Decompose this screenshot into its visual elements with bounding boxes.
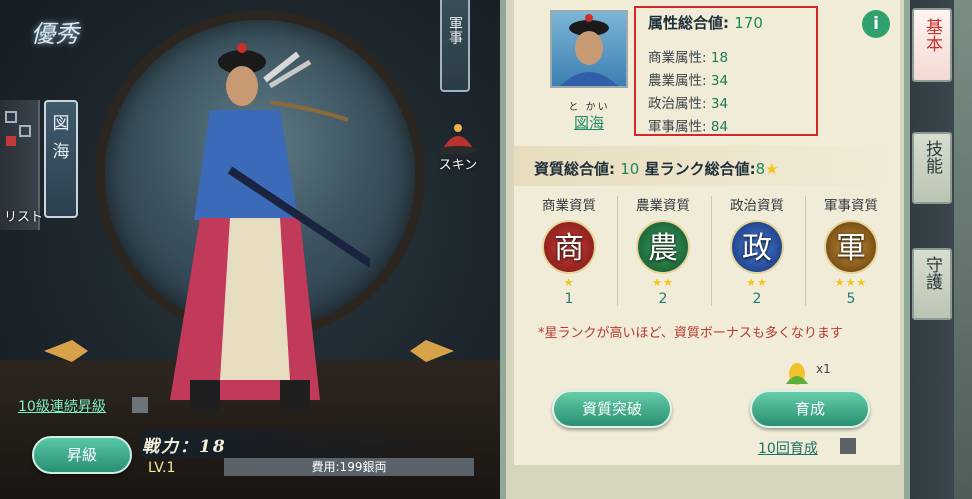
attribute-box: 属性総合値: 170 商業属性: 18 農業属性: 34 政治属性: 34 軍事… xyxy=(634,6,818,136)
tab-skills[interactable]: 技能 xyxy=(912,132,952,204)
military-tab-label: 軍事 xyxy=(447,16,463,44)
tab-guardian[interactable]: 守護 xyxy=(912,248,952,320)
politics-icon: 政 xyxy=(730,220,784,274)
attribute-value: 34 xyxy=(710,96,729,112)
attribute-value: 18 xyxy=(710,50,729,66)
upgrade-button[interactable]: 昇級 xyxy=(32,436,132,474)
quality-commerce[interactable]: 商業資質 商 ★ 1 xyxy=(524,194,614,307)
skin-label: スキン xyxy=(438,158,478,173)
attribute-agriculture: 農業属性: 34 xyxy=(648,69,728,89)
quality-title: 農業資質 xyxy=(636,198,690,214)
combat-power: 戦力：18 xyxy=(142,432,227,457)
attribute-military: 軍事属性: 84 xyxy=(648,115,728,135)
attribute-total-label: 属性総合値: xyxy=(648,14,729,32)
attribute-total-value: 170 xyxy=(734,14,763,32)
ten-train-link[interactable]: 10回育成 xyxy=(758,438,818,458)
quality-total: 資質総合値: 10 星ランク総合値:8★ xyxy=(534,158,779,179)
military-tab[interactable]: 軍事 xyxy=(440,0,470,92)
tab-skills-label: 技能 xyxy=(922,140,942,174)
next-hero-arrow-icon[interactable] xyxy=(408,338,456,364)
quality-breakthrough-button[interactable]: 資質突破 xyxy=(552,390,672,428)
quality-stars: ★★★ xyxy=(834,276,868,289)
quality-total-label: 資質総合値: xyxy=(534,160,615,178)
hero-portrait xyxy=(550,10,628,88)
hero-scene: 優秀 図海 リスト 軍事 スキン 10級連続昇級 昇級 戦力：18 LV.1 費… xyxy=(0,0,500,499)
combat-power-label: 戦力： xyxy=(142,437,199,457)
quality-title: 軍事資質 xyxy=(824,198,878,214)
attribute-value: 84 xyxy=(710,119,729,135)
skin-hat-icon xyxy=(438,124,478,154)
ten-train-checkbox[interactable] xyxy=(840,438,856,454)
quality-agriculture[interactable]: 農業資質 農 ★★ 2 xyxy=(618,194,708,307)
tab-basic[interactable]: 基本 xyxy=(912,8,952,82)
star-total-value: 8 xyxy=(755,160,766,178)
quality-stars: ★★ xyxy=(652,276,674,289)
train-cost-count: x1 xyxy=(816,362,831,376)
quality-military[interactable]: 軍事資質 軍 ★★★ 5 xyxy=(806,194,896,307)
commerce-icon: 商 xyxy=(542,220,596,274)
previous-hero-arrow-icon[interactable] xyxy=(42,338,90,364)
rank-calligraphy: 優秀 xyxy=(31,20,79,48)
attribute-label: 軍事属性: xyxy=(648,119,707,135)
quality-stars: ★★ xyxy=(746,276,768,289)
attribute-commerce: 商業属性: 18 xyxy=(648,46,728,66)
attribute-label: 農業属性: xyxy=(648,73,707,89)
star-rank-note: *星ランクが高いほど、資質ボーナスも多くなります xyxy=(538,326,843,341)
side-tabs: 基本 技能 守護 xyxy=(910,0,972,499)
corn-icon xyxy=(786,363,808,385)
hero-portrait-image xyxy=(560,14,618,86)
star-icon: ★ xyxy=(765,160,779,178)
quality-value: 1 xyxy=(564,291,574,307)
tab-basic-label: 基本 xyxy=(922,18,942,52)
hero-level: LV.1 xyxy=(148,460,176,476)
star-total-label: 星ランク総合値: xyxy=(644,160,756,178)
quality-stars: ★ xyxy=(563,276,575,289)
side-decoration xyxy=(954,0,972,499)
ten-level-up-link[interactable]: 10級連続昇級 xyxy=(18,396,106,416)
upgrade-cost: 費用:199銀両 xyxy=(224,458,474,476)
hero-info-panel: と かい 図海 属性総合値: 170 商業属性: 18 農業属性: 34 政治属… xyxy=(500,0,910,499)
quality-value: 5 xyxy=(846,291,856,307)
quality-title: 商業資質 xyxy=(542,198,596,214)
quality-total-value: 10 xyxy=(620,160,640,178)
skin-button[interactable]: スキン xyxy=(428,122,488,180)
info-icon[interactable]: i xyxy=(862,10,890,38)
attribute-label: 商業属性: xyxy=(648,50,707,66)
hero-name-banner: 図海 xyxy=(44,100,78,218)
hero-name-furigana: と かい xyxy=(568,102,610,113)
train-button[interactable]: 育成 xyxy=(750,390,870,428)
grid-icon xyxy=(5,111,31,146)
agriculture-icon: 農 xyxy=(636,220,690,274)
attribute-politics: 政治属性: 34 xyxy=(648,92,728,112)
attribute-total: 属性総合値: 170 xyxy=(648,12,763,33)
hero-name[interactable]: 図海 xyxy=(550,112,628,133)
train-cost-item: x1 xyxy=(782,358,842,388)
quality-politics[interactable]: 政治資質 政 ★★ 2 xyxy=(712,194,802,307)
attribute-value: 34 xyxy=(710,73,729,89)
tab-guardian-label: 守護 xyxy=(922,256,942,290)
military-icon: 軍 xyxy=(824,220,878,274)
quality-title: 政治資質 xyxy=(730,198,784,214)
hero-info-content: と かい 図海 属性総合値: 170 商業属性: 18 農業属性: 34 政治属… xyxy=(514,0,900,465)
quality-value: 2 xyxy=(752,291,762,307)
ten-level-up-checkbox[interactable] xyxy=(132,397,148,413)
list-label[interactable]: リスト xyxy=(4,206,43,225)
combat-power-value: 18 xyxy=(199,437,227,457)
quality-value: 2 xyxy=(658,291,668,307)
attribute-label: 政治属性: xyxy=(648,96,707,112)
hero-figure xyxy=(170,43,370,412)
